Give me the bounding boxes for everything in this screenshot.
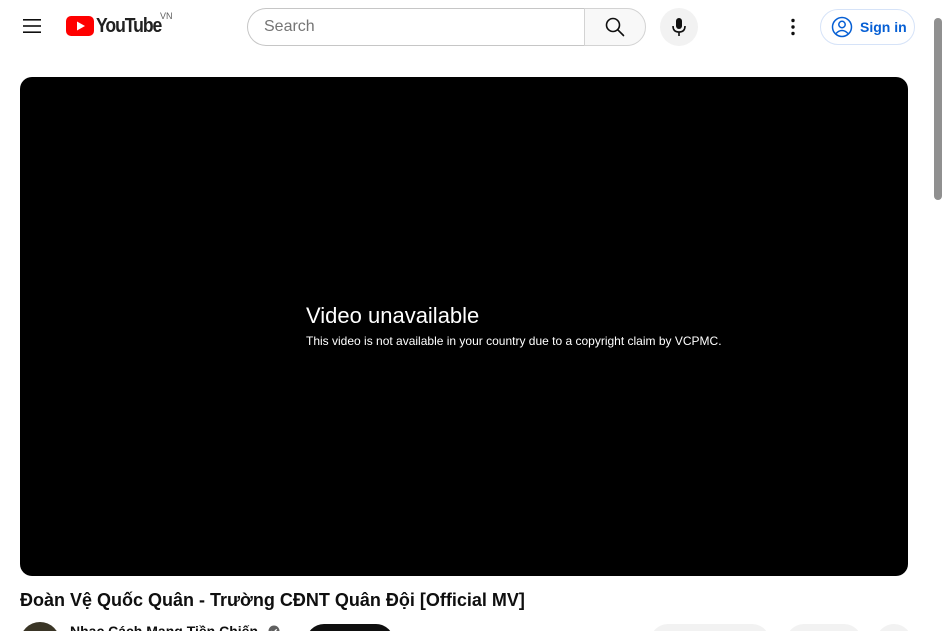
sign-in-button[interactable]: Sign in [820,9,915,45]
youtube-logo[interactable]: YouTube VN [66,11,173,38]
sign-in-label: Sign in [860,19,907,35]
like-dislike-button[interactable] [650,624,770,631]
search-icon [605,17,625,37]
guide-menu-button[interactable] [14,8,50,44]
account-circle-icon [831,16,853,38]
more-actions-button[interactable] [876,624,912,631]
channel-avatar[interactable] [20,622,60,631]
player-error-title: Video unavailable [306,303,480,328]
youtube-play-icon [66,16,94,36]
search-button[interactable] [584,8,646,46]
subscribe-button[interactable] [306,624,394,631]
voice-search-button[interactable] [660,8,698,46]
country-code: VN [160,11,173,21]
share-button[interactable] [786,624,862,631]
page-scrollbar[interactable] [930,0,947,631]
masthead: YouTube VN Sign in [0,0,930,56]
more-vertical-icon [791,18,795,36]
settings-more-button[interactable] [776,10,810,44]
hamburger-menu-icon [23,19,41,33]
player-error-message: This video is not available in your coun… [306,334,722,348]
search-box [247,8,586,46]
search-input[interactable] [264,18,586,36]
microphone-icon [672,18,686,36]
scrollbar-thumb[interactable] [934,18,942,200]
video-owner-row: Nhạc Cách Mạng Tiền Chiến [20,620,920,631]
verified-check-icon [268,625,280,631]
channel-name-link[interactable]: Nhạc Cách Mạng Tiền Chiến [70,623,258,631]
logo-wordmark: YouTube [96,14,162,37]
video-player[interactable]: Video unavailable This video is not avai… [20,77,908,576]
video-title: Đoàn Vệ Quốc Quân - Trường CĐNT Quân Đội… [20,590,525,610]
